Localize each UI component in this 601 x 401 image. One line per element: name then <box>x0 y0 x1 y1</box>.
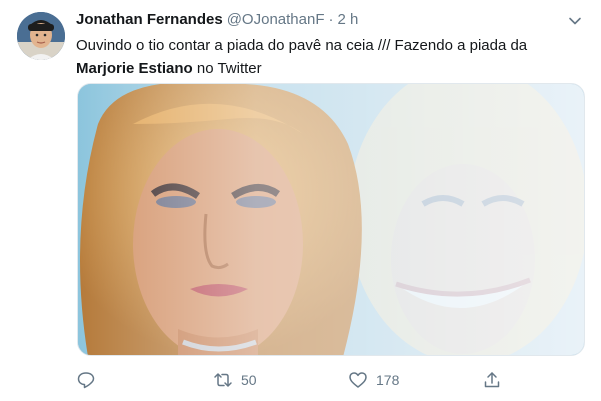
separator: · <box>328 11 334 28</box>
author-handle[interactable]: @OJonathanF <box>227 11 325 28</box>
mention-marjorie-estiano[interactable]: Marjorie Estiano <box>76 60 193 77</box>
like-count: 178 <box>376 372 400 388</box>
heart-icon <box>348 370 368 390</box>
tweet-actions: 50 178 <box>76 368 506 392</box>
tweet-image[interactable] <box>77 83 585 356</box>
author-name[interactable]: Jonathan Fernandes <box>76 11 223 28</box>
tweet-header: Jonathan Fernandes @OJonathanF · 2 h <box>76 11 358 33</box>
tweet-card[interactable]: Jonathan Fernandes @OJonathanF · 2 h Ouv… <box>0 0 601 401</box>
like-button[interactable]: 178 <box>348 368 399 392</box>
avatar[interactable] <box>17 12 65 60</box>
reply-icon <box>76 370 96 390</box>
reply-button[interactable] <box>76 368 104 392</box>
retweet-count: 50 <box>241 372 257 388</box>
meme-image <box>78 84 584 355</box>
retweet-icon <box>213 370 233 390</box>
tweet-text: Ouvindo o tio contar a piada do pavê na … <box>76 34 581 80</box>
share-button[interactable] <box>482 368 502 392</box>
chevron-down-icon[interactable] <box>568 14 582 28</box>
tweet-text-line1: Ouvindo o tio contar a piada do pavê na … <box>76 37 528 54</box>
share-icon <box>482 370 502 390</box>
retweet-button[interactable]: 50 <box>213 368 257 392</box>
tweet-text-line2: no Twitter <box>192 60 262 77</box>
timestamp[interactable]: 2 h <box>337 11 358 28</box>
